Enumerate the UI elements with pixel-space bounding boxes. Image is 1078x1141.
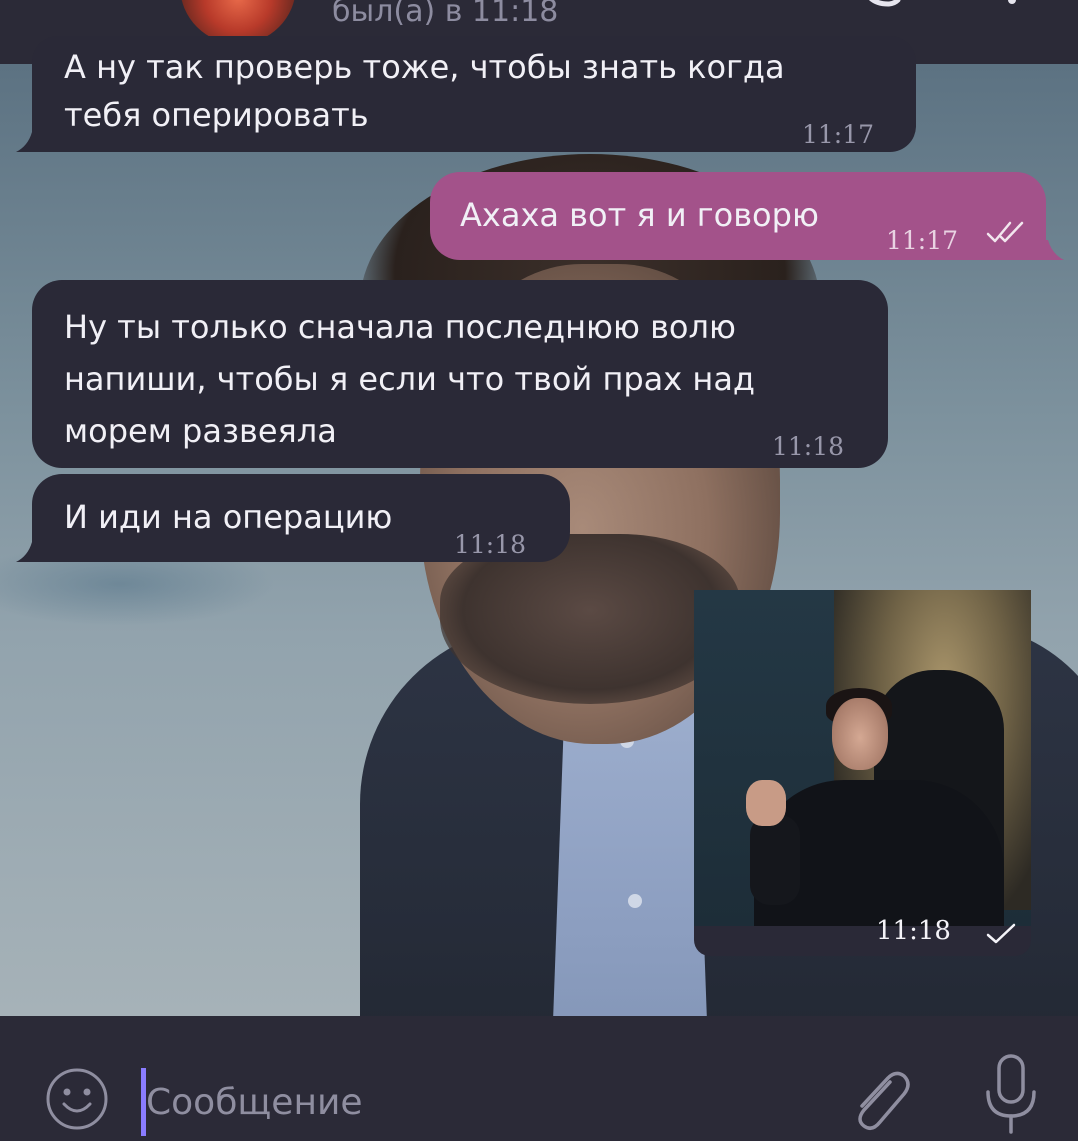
message-time: 11:18 [772,432,845,461]
message-text-line: Ахаха вот я и говорю [460,196,819,234]
paperclip-icon[interactable] [846,1064,916,1136]
message-input[interactable] [146,1072,766,1132]
call-icon[interactable] [860,0,910,10]
contact-last-seen: был(а) в 11:18 [332,0,559,29]
message-bubble-outgoing[interactable]: Ахаха вот я и говорю 11:17 [430,172,1046,260]
message-text-line: морем развеяла [64,412,337,450]
emoji-icon[interactable] [44,1066,110,1132]
bubble-tail [16,542,36,562]
message-text-line: Ну ты только сначала последнюю волю [64,308,736,346]
double-check-icon [986,221,1024,243]
wallpaper-shirt-button [628,894,642,908]
message-text-line: напиши, чтобы я если что твой прах над [64,360,756,398]
message-input-bar [0,1016,1078,1141]
bubble-tail [16,132,36,152]
back-arrow-icon[interactable] [60,0,100,10]
photo-thumbnail[interactable] [694,590,1031,926]
message-bubble-incoming[interactable]: Ну ты только сначала последнюю волю напи… [32,280,888,468]
photo-arm [750,815,800,905]
check-icon [986,923,1016,944]
more-menu-icon[interactable] [1002,0,1022,16]
message-text-line: И иди на операцию [64,498,393,536]
message-time: 11:17 [886,226,959,255]
chat-screen: был(а) в 11:18 А ну так проверь тоже, чт… [0,0,1078,1141]
message-text-line: тебя оперировать [64,96,369,134]
photo-fist [746,780,786,826]
message-time: 11:18 [454,530,527,559]
message-time: 11:18 [876,916,951,946]
message-time: 11:17 [802,120,875,149]
photo-head [832,698,888,770]
microphone-icon[interactable] [982,1052,1040,1138]
message-image-outgoing[interactable]: 11:18 [694,590,1031,956]
message-text-line: А ну так проверь тоже, чтобы знать когда [64,48,785,86]
message-bubble-incoming[interactable]: И иди на операцию 11:18 [32,474,570,562]
message-bubble-incoming[interactable]: А ну так проверь тоже, чтобы знать когда… [32,36,916,152]
bubble-tail [1044,240,1064,260]
